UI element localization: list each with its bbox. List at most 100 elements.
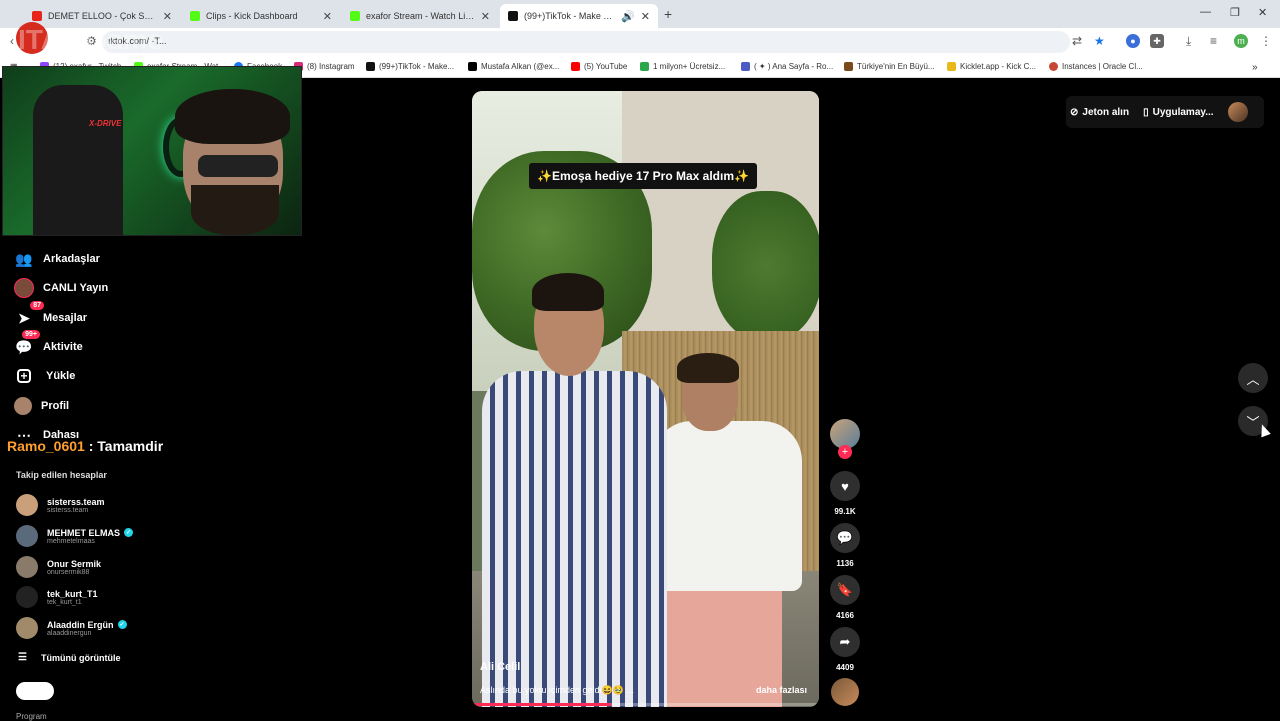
oracle-icon xyxy=(1049,62,1058,71)
chevron-up-icon: ︿ xyxy=(1246,371,1260,387)
address-bar: ‹ ⚙ ıktok.com/ -T... ⇄ ★ ⤓ ≡ ⋮ xyxy=(0,28,1280,56)
close-icon[interactable]: ✕ xyxy=(641,10,650,23)
activity-icon: 💬 99+ xyxy=(14,330,40,357)
avatar xyxy=(16,617,38,639)
back-icon[interactable]: ‹ xyxy=(10,34,14,48)
bookmark-icon: 🔖 xyxy=(836,582,854,597)
profile-icon xyxy=(14,397,32,415)
video-caption-overlay: ✨Emoşa hediye 17 Pro Max aldım✨ xyxy=(529,163,757,189)
download-icon[interactable]: ⤓ xyxy=(1186,34,1191,49)
friends-icon: 👥 xyxy=(15,250,33,267)
reading-list-icon[interactable]: ≡ xyxy=(1210,34,1217,48)
sidebar-item-label: Arkadaşlar xyxy=(43,253,100,265)
account-name-row: Alaaddin Ergün ✓ xyxy=(47,620,127,630)
puzzle-icon[interactable]: ✚ xyxy=(1150,34,1164,48)
music-disc-icon[interactable] xyxy=(831,678,859,706)
get-app-button[interactable]: ▯ Uygulamay... xyxy=(1143,107,1213,118)
bookmark-label: (5) YouTube xyxy=(584,62,628,71)
profile-avatar-icon[interactable]: m xyxy=(1234,34,1248,48)
messages-badge: 87 xyxy=(30,301,44,310)
bookmark-item[interactable]: (99+)TikTok - Make... xyxy=(366,62,454,71)
save-button[interactable]: 🔖 xyxy=(830,575,860,605)
show-all-label: Tümünü görüntüle xyxy=(40,652,121,663)
bookmark-item[interactable]: 1 milyon+ Ücretsiz... xyxy=(640,62,725,71)
bookmark-item[interactable]: (8) Instagram xyxy=(294,62,355,71)
bookmark-item[interactable]: Instances | Oracle Cl... xyxy=(1049,62,1143,71)
bookmark-item[interactable]: Mustafa Alkan (@ex... xyxy=(468,62,559,71)
sidebar-item-live[interactable]: CANLI Yayın xyxy=(14,277,108,299)
following-item[interactable]: MEHMET ELMAS ✓ mehmetelmaas xyxy=(16,524,133,548)
save-count: 4166 xyxy=(836,611,854,620)
minimize-icon[interactable]: — xyxy=(1200,6,1211,18)
translate-icon[interactable]: ⇄ xyxy=(1072,34,1082,48)
kick-icon xyxy=(350,11,360,21)
more-bookmarks-icon[interactable]: » xyxy=(1252,62,1258,73)
previous-video-button[interactable]: ︿ xyxy=(1238,363,1268,393)
get-coins-button[interactable]: ⊘ Jeton alın xyxy=(1070,107,1129,118)
bookmark-item[interactable]: ( ✦ ) Ana Sayfa - Ro... xyxy=(741,62,833,71)
follow-plus-icon[interactable]: + xyxy=(838,445,852,459)
extension-pill[interactable] xyxy=(16,682,54,700)
video-progress-fill xyxy=(472,703,611,706)
sidebar-item-upload[interactable]: + Yükle xyxy=(14,365,75,387)
sidebar-item-friends[interactable]: 👥 Arkadaşlar xyxy=(14,248,100,270)
restore-icon[interactable]: ❐ xyxy=(1230,6,1240,19)
kick-icon xyxy=(190,11,200,21)
browser-tab-4[interactable]: (99+)TikTok - Make Your Da 🔊 ✕ xyxy=(500,4,658,28)
account-name: tek_kurt_T1 xyxy=(47,588,98,599)
site-icon xyxy=(844,62,853,71)
tiktok-icon xyxy=(508,11,518,21)
following-item[interactable]: Onur Sermik onursermik88 xyxy=(16,555,101,579)
video-author[interactable]: Ali Celil xyxy=(480,661,520,673)
bookmark-item[interactable]: (5) YouTube xyxy=(571,62,627,71)
webcam-overlay: X-DRIVE xyxy=(2,66,302,236)
bookmark-label: Instances | Oracle Cl... xyxy=(1062,62,1143,71)
person-striped-shirt xyxy=(482,371,667,707)
bookmark-item[interactable]: Türkiye'nin En Büyü... xyxy=(844,62,935,71)
user-avatar[interactable] xyxy=(1227,102,1248,122)
avatar xyxy=(16,494,38,516)
extension-icon[interactable]: ● xyxy=(1126,34,1140,48)
close-icon[interactable]: ✕ xyxy=(163,10,172,23)
account-handle: tek_kurt_t1 xyxy=(47,598,82,606)
browser-tab-bar: DEMET ELLOO - Çok Sevdik - Y ✕ Clips - K… xyxy=(0,0,1280,28)
sidebar-item-messages[interactable]: ➤ 87 Mesajlar xyxy=(14,301,87,329)
like-button[interactable]: ♥ xyxy=(830,471,860,501)
chat-username: Ramo_0601 xyxy=(7,438,85,454)
tiktok-page: ITAL Game X-DRIVE 👥 Arkadaşlar CANLI Yay… xyxy=(0,22,1280,721)
chat-message: Ramo_0601 : Tamamdir xyxy=(7,438,163,454)
bookmark-label: ( ✦ ) Ana Sayfa - Ro... xyxy=(754,62,834,71)
verified-icon: ✓ xyxy=(124,528,133,537)
menu-icon[interactable]: ⋮ xyxy=(1260,34,1272,48)
sidebar-item-activity[interactable]: 💬 99+ Aktivite xyxy=(14,330,83,358)
following-item[interactable]: tek_kurt_T1 tek_kurt_t1 xyxy=(16,585,98,609)
bookmark-label: Mustafa Alkan (@ex... xyxy=(481,62,560,71)
bookmark-label: 1 milyon+ Ücretsiz... xyxy=(653,62,726,71)
sidebar-item-label: Profil xyxy=(41,400,70,412)
bookmark-item[interactable]: Kicklet.app - Kick C... xyxy=(947,62,1036,71)
account-name-row: MEHMET ELMAS ✓ xyxy=(47,528,133,538)
close-icon[interactable]: ✕ xyxy=(481,10,490,23)
like-count: 99.1K xyxy=(834,507,856,516)
new-tab-button[interactable]: + xyxy=(664,6,672,22)
url-field[interactable] xyxy=(102,31,1070,53)
bookmark-star-icon[interactable]: ★ xyxy=(1094,34,1105,48)
following-item[interactable]: Alaaddin Ergün ✓ alaaddinergun xyxy=(16,616,127,640)
tab-title: (99+)TikTok - Make Your Da xyxy=(524,11,615,21)
share-count: 4409 xyxy=(836,663,854,672)
close-window-icon[interactable]: ✕ xyxy=(1258,6,1267,19)
comment-button[interactable]: 💬 xyxy=(830,523,860,553)
show-all-button[interactable]: ☰ Tümünü görüntüle xyxy=(18,652,120,663)
sidebar-item-profile[interactable]: Profil xyxy=(14,395,69,417)
browser-tab-3[interactable]: exafor Stream - Watch Live on K ✕ xyxy=(342,4,498,28)
share-button[interactable]: ➦ xyxy=(830,627,860,657)
audio-icon[interactable]: 🔊 xyxy=(621,10,635,23)
bookmark-label: Kicklet.app - Kick C... xyxy=(960,62,1037,71)
following-item[interactable]: sisterss.team sisterss.team xyxy=(16,493,105,517)
browser-tab-2[interactable]: Clips - Kick Dashboard ✕ xyxy=(182,4,340,28)
close-icon[interactable]: ✕ xyxy=(323,10,332,23)
more-link[interactable]: daha fazlası xyxy=(756,685,807,695)
video-progress-bar[interactable] xyxy=(472,703,819,706)
video-player[interactable]: ✨Emoşa hediye 17 Pro Max aldım✨ Ali Celi… xyxy=(472,91,819,707)
person-white-shirt xyxy=(652,421,802,591)
